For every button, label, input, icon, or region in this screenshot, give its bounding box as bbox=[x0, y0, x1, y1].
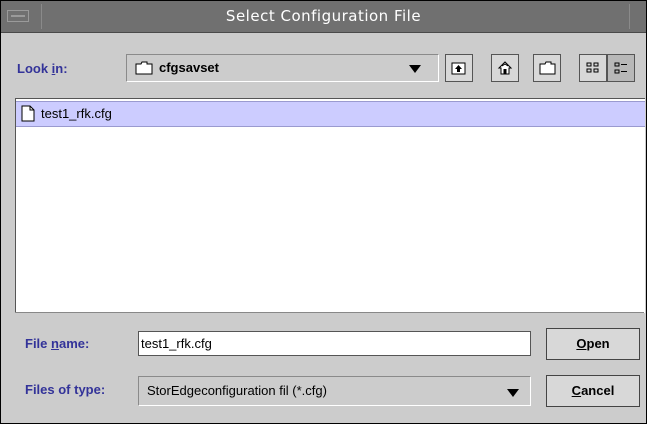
new-folder-button[interactable] bbox=[533, 54, 561, 82]
file-list[interactable]: test1_rfk.cfg bbox=[15, 98, 645, 313]
open-button[interactable]: Open bbox=[546, 328, 640, 360]
window-title: Select Configuration File bbox=[225, 7, 422, 25]
title-bar[interactable]: Select Configuration File bbox=[1, 1, 646, 33]
home-icon bbox=[497, 61, 513, 75]
file-name-input[interactable] bbox=[138, 331, 531, 356]
list-view-button[interactable] bbox=[579, 54, 607, 82]
look-in-combo[interactable]: cfgsavset bbox=[126, 54, 439, 82]
up-one-level-icon bbox=[451, 62, 466, 75]
look-in-label: Look in: bbox=[17, 61, 68, 76]
file-type-value: StorEdgeconfiguration fil (*.cfg) bbox=[147, 383, 327, 398]
details-view-button[interactable] bbox=[607, 54, 635, 82]
details-view-icon bbox=[614, 62, 627, 74]
list-view-icon bbox=[586, 62, 599, 73]
file-type-combo[interactable]: StorEdgeconfiguration fil (*.cfg) bbox=[138, 376, 531, 406]
file-name-label: File name: bbox=[25, 336, 90, 351]
file-icon bbox=[21, 105, 35, 127]
chevron-down-icon[interactable] bbox=[409, 65, 421, 73]
cancel-button[interactable]: Cancel bbox=[546, 375, 640, 407]
folder-icon bbox=[135, 61, 153, 75]
look-in-value: cfgsavset bbox=[159, 60, 219, 75]
files-of-type-label: Files of type: bbox=[25, 382, 106, 397]
home-button[interactable] bbox=[491, 54, 519, 82]
file-name: test1_rfk.cfg bbox=[41, 106, 112, 121]
up-one-level-button[interactable] bbox=[445, 54, 473, 82]
list-item[interactable]: test1_rfk.cfg bbox=[16, 101, 645, 127]
new-folder-icon bbox=[539, 61, 556, 75]
file-dialog-window: Select Configuration File Look in: cfgsa… bbox=[0, 0, 647, 424]
chevron-down-icon[interactable] bbox=[507, 389, 519, 397]
